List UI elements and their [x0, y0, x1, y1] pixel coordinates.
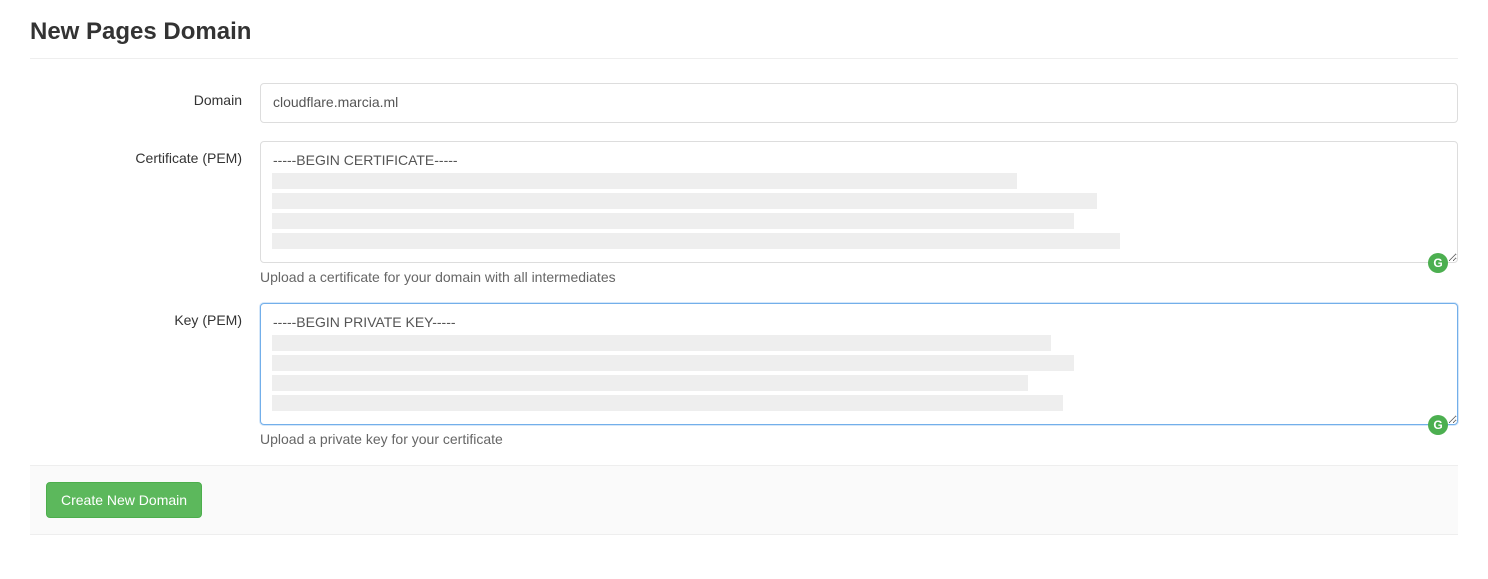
page-title: New Pages Domain [30, 18, 1458, 46]
form-row-certificate: Certificate (PEM) -----BEGIN CERTIFICATE… [30, 141, 1458, 285]
key-textarea[interactable]: -----BEGIN PRIVATE KEY----- [260, 303, 1458, 425]
certificate-textarea[interactable]: -----BEGIN CERTIFICATE----- [260, 141, 1458, 263]
form-row-key: Key (PEM) -----BEGIN PRIVATE KEY----- G … [30, 303, 1458, 447]
certificate-label: Certificate (PEM) [30, 141, 260, 166]
domain-input[interactable] [260, 83, 1458, 123]
certificate-help: Upload a certificate for your domain wit… [260, 269, 1458, 285]
domain-label: Domain [30, 83, 260, 108]
form-footer: Create New Domain [30, 465, 1458, 535]
create-new-domain-button[interactable]: Create New Domain [46, 482, 202, 518]
form-row-domain: Domain [30, 83, 1458, 123]
divider [30, 58, 1458, 59]
key-label: Key (PEM) [30, 303, 260, 328]
key-help: Upload a private key for your certificat… [260, 431, 1458, 447]
